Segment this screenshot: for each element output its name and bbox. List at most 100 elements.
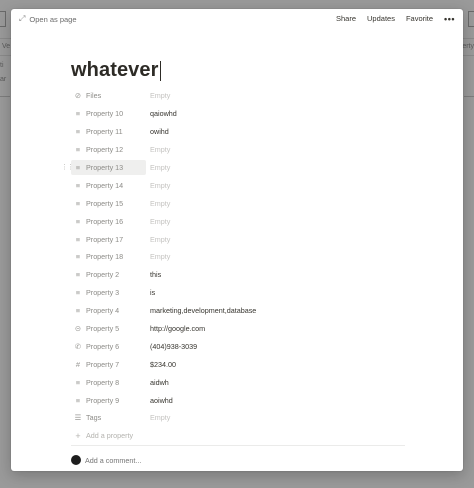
page-title[interactable]: whatever bbox=[71, 59, 161, 82]
property-row: ≡ Property 3 is bbox=[71, 284, 411, 302]
property-row: ≡ Property 12 Empty bbox=[71, 141, 411, 159]
updates-button[interactable]: Updates bbox=[367, 14, 395, 23]
text-icon: ≡ bbox=[75, 395, 81, 405]
property-name[interactable]: ⊘ Files bbox=[71, 88, 146, 103]
text-icon: ≡ bbox=[75, 198, 81, 208]
comments-divider bbox=[71, 445, 405, 446]
property-name-label: Property 11 bbox=[86, 127, 123, 137]
property-name[interactable]: ☰ Tags bbox=[71, 410, 146, 425]
property-value[interactable]: aoiwhd bbox=[150, 396, 173, 405]
property-row: # Property 7 $234.00 bbox=[71, 355, 411, 373]
property-value[interactable]: Empty bbox=[150, 413, 170, 422]
text-icon: ≡ bbox=[75, 109, 81, 119]
text-cursor bbox=[159, 60, 161, 81]
property-row: ≡ Property 2 this bbox=[71, 266, 411, 284]
page-peek-modal: ⤢ Open as page Share Updates Favorite ••… bbox=[11, 9, 463, 471]
property-name-label: Property 8 bbox=[86, 377, 120, 387]
property-value[interactable]: marketing,development,database bbox=[150, 306, 256, 315]
comment-input[interactable] bbox=[85, 455, 285, 465]
property-name-label: Property 18 bbox=[86, 252, 124, 262]
text-icon: ≡ bbox=[75, 306, 81, 316]
add-property-button[interactable]: + Add a property bbox=[71, 427, 411, 445]
property-value[interactable]: http://google.com bbox=[150, 324, 205, 333]
property-name-label: Property 7 bbox=[86, 359, 120, 369]
property-row: ≡ Property 14 Empty bbox=[71, 176, 411, 194]
property-name-label: Property 16 bbox=[86, 216, 124, 226]
background-label: ti bbox=[0, 62, 4, 69]
property-name-label: Property 14 bbox=[86, 180, 124, 190]
property-value[interactable]: Empty bbox=[150, 181, 170, 190]
property-name-label: Property 10 bbox=[86, 109, 124, 119]
property-row: ⊝ Property 5 http://google.com bbox=[71, 320, 411, 338]
add-property-label: Add a property bbox=[86, 431, 134, 441]
background-label: Ve bbox=[2, 43, 11, 50]
paperclip-icon: ⊘ bbox=[74, 91, 82, 101]
property-name[interactable]: ⊝ Property 5 bbox=[71, 321, 146, 336]
property-name[interactable]: ≡ Property 9 bbox=[71, 393, 146, 408]
property-value[interactable]: is bbox=[150, 288, 155, 297]
property-value[interactable]: aidwh bbox=[150, 378, 169, 387]
property-value[interactable]: Empty bbox=[150, 217, 170, 226]
property-value[interactable]: Empty bbox=[150, 163, 170, 172]
open-as-page-button[interactable]: ⤢ Open as page bbox=[19, 14, 77, 24]
property-value[interactable]: Empty bbox=[150, 91, 170, 100]
property-name[interactable]: ≡ Property 18 bbox=[71, 249, 146, 264]
property-name[interactable]: ≡ Property 14 bbox=[71, 178, 146, 193]
open-as-page-label: Open as page bbox=[29, 14, 77, 24]
property-value[interactable]: this bbox=[150, 270, 161, 279]
property-name[interactable]: ≡ Property 8 bbox=[71, 375, 146, 390]
property-name[interactable]: ≡ Property 10 bbox=[71, 106, 146, 121]
property-name[interactable]: ≡ Property 16 bbox=[71, 214, 146, 229]
property-value[interactable]: qaiowhd bbox=[150, 109, 177, 118]
text-icon: ≡ bbox=[75, 234, 81, 244]
property-row: ☰ Tags Empty bbox=[71, 409, 411, 427]
text-icon: ≡ bbox=[75, 270, 81, 280]
property-name[interactable]: ≡ Property 11 bbox=[71, 124, 146, 139]
drag-handle-icon[interactable]: ⋮⋮ bbox=[61, 163, 74, 171]
property-name-label: Property 13 bbox=[86, 163, 124, 172]
more-options-icon[interactable]: ••• bbox=[444, 14, 455, 23]
list-icon: ☰ bbox=[74, 413, 82, 423]
property-name-label: Property 6 bbox=[86, 341, 120, 351]
property-name-label: Property 2 bbox=[86, 270, 120, 280]
property-row: ≡ Property 4 marketing,development,databas… bbox=[71, 302, 411, 320]
property-value[interactable]: Empty bbox=[150, 235, 170, 244]
property-row: ✆ Property 6 (404)938-3039 bbox=[71, 337, 411, 355]
expand-arrows-icon: ⤢ bbox=[19, 14, 26, 23]
property-name[interactable]: ≡ Property 4 bbox=[71, 303, 146, 318]
property-row: ≡ Property 18 Empty bbox=[71, 248, 411, 266]
property-row: ≡ Property 16 Empty bbox=[71, 212, 411, 230]
property-row: ⋮⋮ ≡ Property 13 Empty bbox=[61, 159, 411, 177]
property-name[interactable]: ≡ Property 12 bbox=[71, 142, 146, 157]
topbar-actions: Share Updates Favorite ••• bbox=[325, 14, 455, 23]
property-value[interactable]: Empty bbox=[150, 252, 170, 261]
property-value[interactable]: Empty bbox=[150, 145, 170, 154]
favorite-button[interactable]: Favorite bbox=[406, 14, 433, 23]
property-name[interactable]: ≡ Property 3 bbox=[71, 285, 146, 300]
background-panel-icon bbox=[468, 11, 474, 27]
property-name[interactable]: ≡ Property 13 bbox=[71, 160, 146, 175]
property-value[interactable]: Empty bbox=[150, 199, 170, 208]
property-name[interactable]: # Property 7 bbox=[71, 357, 146, 372]
property-name[interactable]: ≡ Property 15 bbox=[71, 196, 146, 211]
property-name-label: Property 3 bbox=[86, 288, 120, 298]
property-value[interactable]: $234.00 bbox=[150, 360, 176, 369]
text-icon: ≡ bbox=[75, 163, 81, 172]
background-divider bbox=[464, 96, 474, 97]
page-title-text: whatever bbox=[71, 59, 159, 81]
property-row: ≡ Property 8 aidwh bbox=[71, 373, 411, 391]
property-name-label: Property 17 bbox=[86, 234, 124, 244]
plus-icon: + bbox=[75, 430, 81, 441]
property-value[interactable]: owihd bbox=[150, 127, 169, 136]
property-name[interactable]: ✆ Property 6 bbox=[71, 339, 146, 354]
properties-list: ⊘ Files Empty ≡ Property 10 qaiowhd ≡ Property … bbox=[61, 87, 411, 445]
property-row: ≡ Property 10 qaiowhd bbox=[71, 105, 411, 123]
property-row: ≡ Property 17 Empty bbox=[71, 230, 411, 248]
property-name-label: Tags bbox=[86, 413, 102, 423]
property-value[interactable]: (404)938-3039 bbox=[150, 342, 197, 351]
property-name[interactable]: ≡ Property 2 bbox=[71, 267, 146, 282]
share-button[interactable]: Share bbox=[336, 14, 356, 23]
text-icon: ≡ bbox=[75, 216, 81, 226]
property-name[interactable]: ≡ Property 17 bbox=[71, 232, 146, 247]
property-row: ⊘ Files Empty bbox=[71, 87, 411, 105]
